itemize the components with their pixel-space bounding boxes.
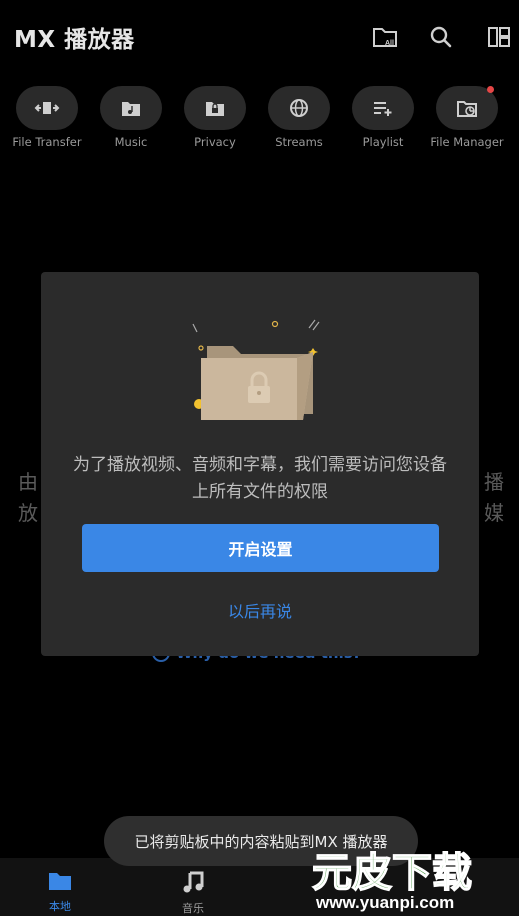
watermark-logo: 元皮下载 www.yuanpi.com: [311, 849, 473, 912]
background-text: 由: [18, 470, 38, 494]
file-transfer-icon: [16, 86, 78, 130]
shortcut-label: Privacy: [194, 135, 236, 149]
shortcut-music[interactable]: Music: [89, 86, 173, 149]
shortcut-label: Streams: [275, 135, 323, 149]
svg-text:www.yuanpi.com: www.yuanpi.com: [315, 893, 454, 912]
app-bar: MX 播放器 All: [0, 0, 519, 74]
layout-icon[interactable]: [484, 22, 514, 52]
shortcut-playlist[interactable]: Playlist: [341, 86, 425, 149]
open-settings-button[interactable]: 开启设置: [82, 524, 439, 572]
shortcut-privacy[interactable]: Privacy: [173, 86, 257, 149]
app-title: MX 播放器: [14, 27, 135, 53]
svg-text:元皮下载: 元皮下载: [312, 850, 472, 896]
nav-local[interactable]: 本地: [20, 870, 100, 914]
globe-icon: [268, 86, 330, 130]
background-text: 播: [484, 470, 504, 494]
nav-label: 音乐: [182, 902, 204, 915]
background-text: 放: [18, 501, 38, 525]
notification-dot: [487, 86, 494, 93]
shortcut-label: File Transfer: [12, 135, 82, 149]
nav-music[interactable]: 音乐: [153, 870, 233, 916]
shortcut-label: Playlist: [362, 135, 404, 149]
shortcut-label: Music: [114, 135, 148, 149]
permission-dialog: 为了播放视频、音频和字幕，我们需要访问您设备上所有文件的权限 开启设置 以后再说: [41, 272, 479, 656]
later-button[interactable]: 以后再说: [180, 596, 340, 624]
music-icon: [100, 86, 162, 130]
playlist-icon: [352, 86, 414, 130]
folder-icon: [49, 873, 71, 890]
svg-text:All: All: [385, 40, 394, 47]
file-manager-icon: [436, 86, 498, 130]
shortcut-row: File Transfer Music Privacy Streams Play…: [0, 86, 519, 158]
locked-folder-illustration: [192, 319, 320, 420]
nav-label: 本地: [49, 900, 71, 913]
dialog-message: 为了播放视频、音频和字幕，我们需要访问您设备上所有文件的权限: [73, 455, 447, 502]
lock-icon: [184, 86, 246, 130]
music-note-icon: [183, 871, 204, 893]
shortcut-streams[interactable]: Streams: [257, 86, 341, 149]
shortcut-label: File Manager: [430, 135, 504, 149]
background-text: 媒: [484, 501, 504, 525]
search-icon[interactable]: [426, 22, 456, 52]
folder-all-icon[interactable]: All: [371, 22, 401, 52]
shortcut-file-manager[interactable]: File Manager: [425, 86, 509, 149]
shortcut-file-transfer[interactable]: File Transfer: [5, 86, 89, 149]
